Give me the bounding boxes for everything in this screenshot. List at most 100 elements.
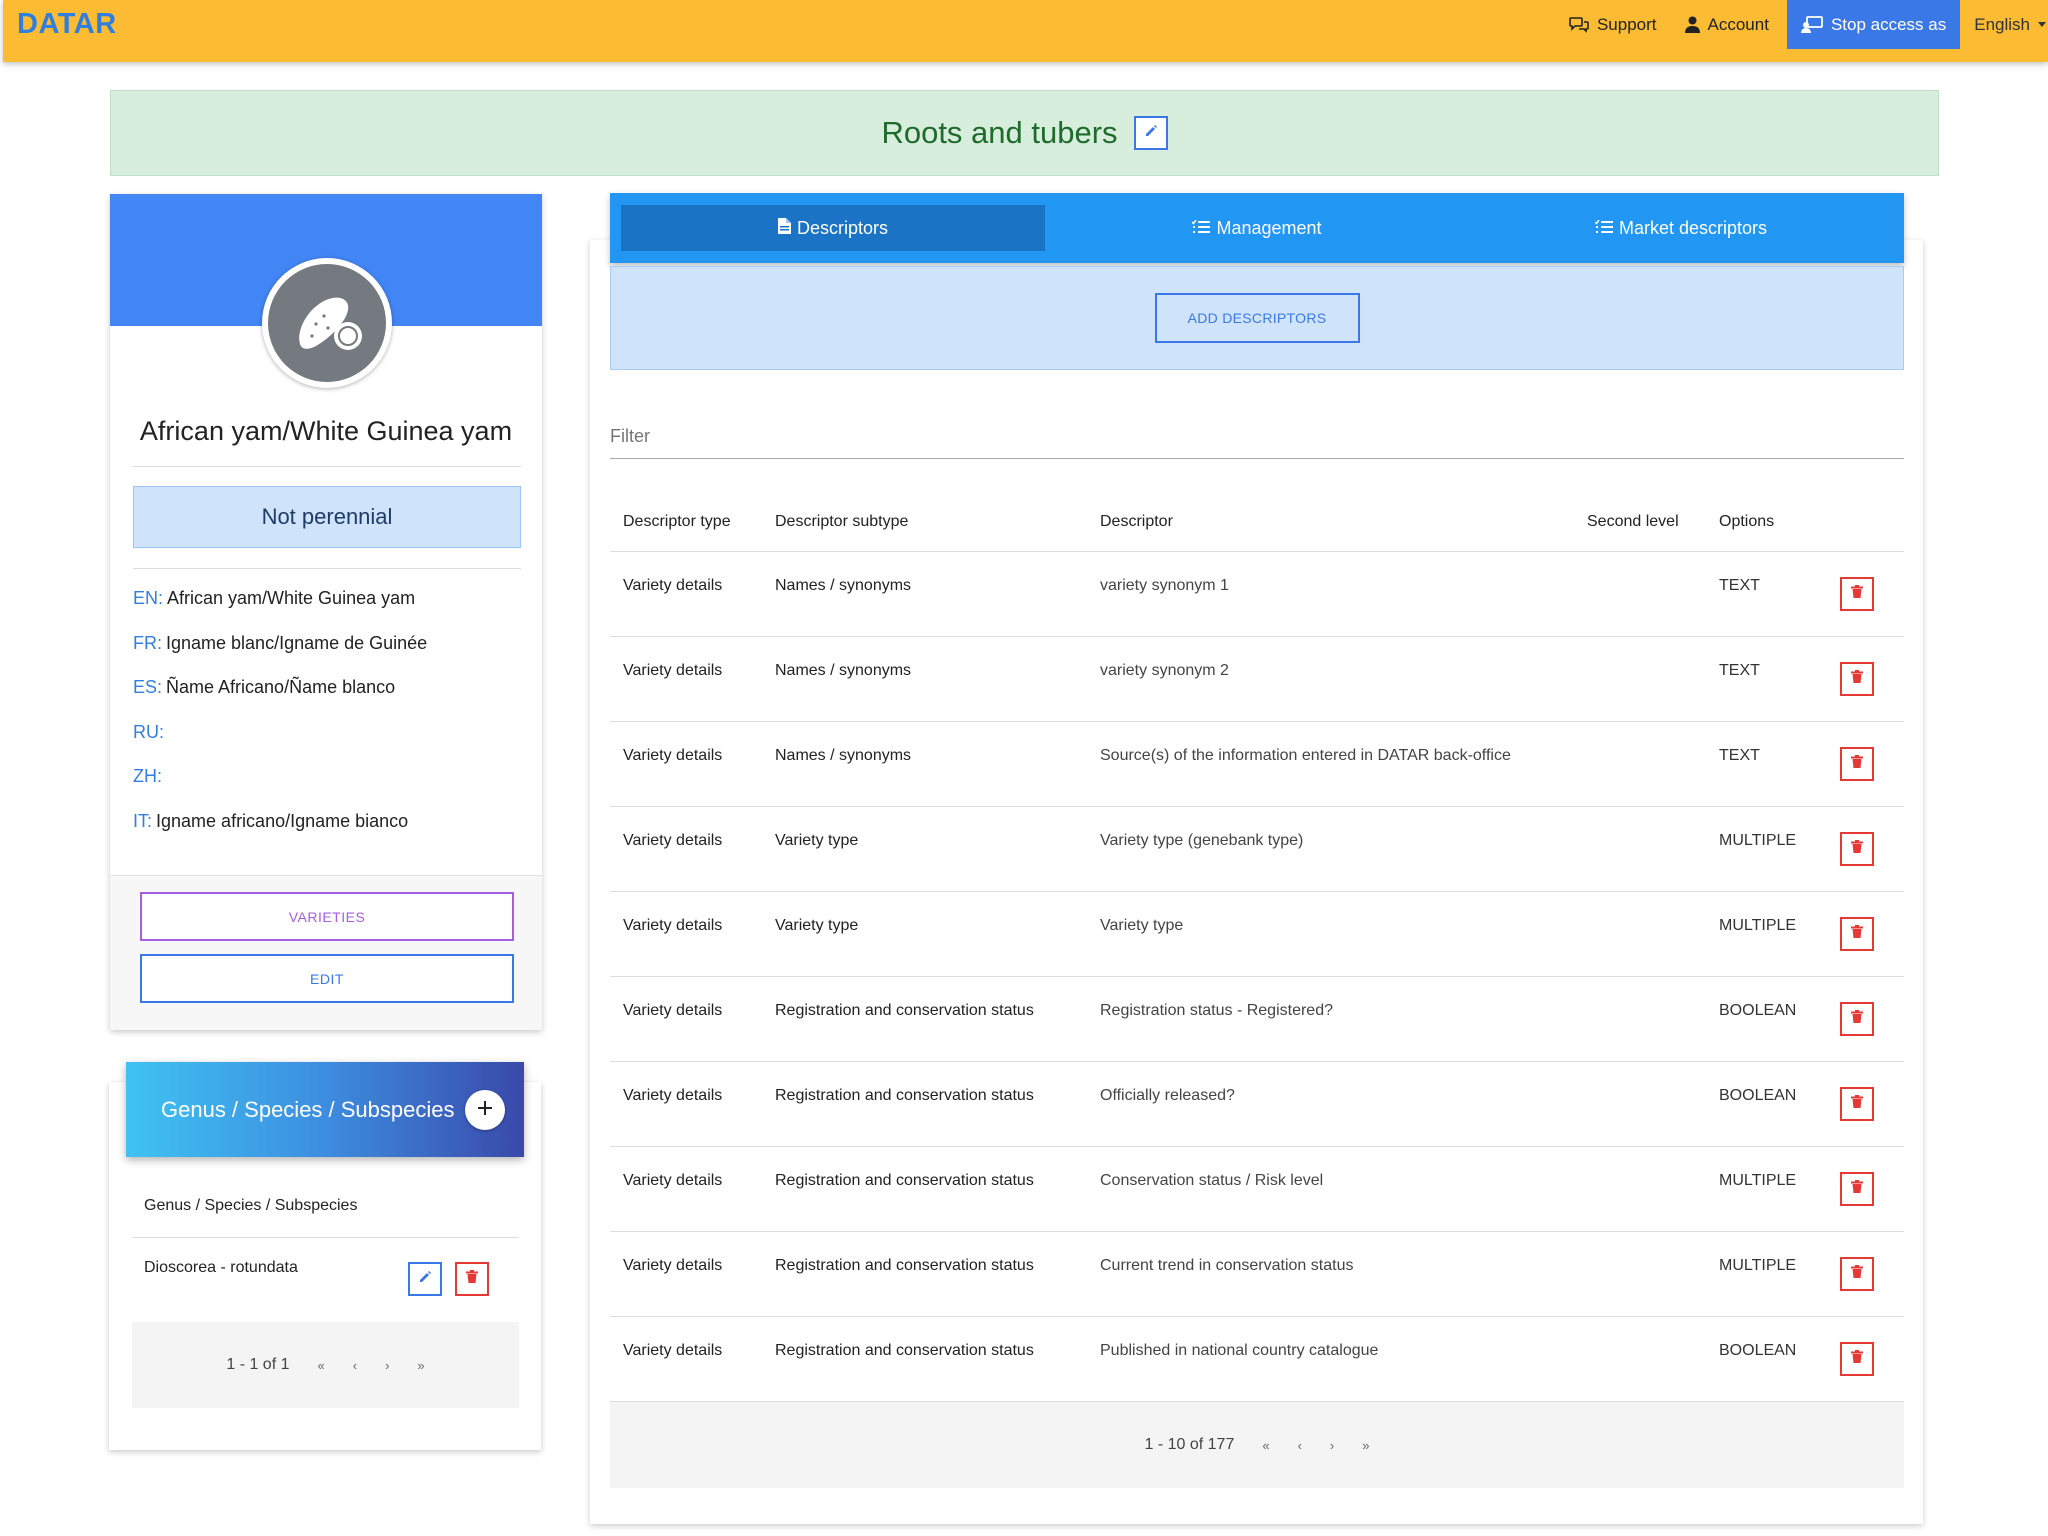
first-page-button[interactable]: « — [1262, 1438, 1269, 1453]
pagination-range: 1 - 1 of 1 — [226, 1356, 290, 1373]
cell-options: BOOLEAN — [1719, 1002, 1797, 1019]
column-header-descriptor[interactable]: Descriptor — [1100, 513, 1173, 531]
cell-descriptor: variety synonym 2 — [1100, 662, 1229, 679]
last-page-button[interactable]: » — [1362, 1438, 1369, 1453]
trash-icon — [466, 1270, 478, 1288]
lang-code: FR: — [133, 632, 162, 653]
edit-crop-button[interactable]: EDIT — [140, 954, 514, 1003]
genus-card-header: Genus / Species / Subspecies — [126, 1062, 524, 1157]
cell-options: BOOLEAN — [1719, 1342, 1797, 1359]
cell-descriptor: Registration status - Registered? — [1100, 1002, 1333, 1019]
pencil-icon — [1144, 124, 1158, 143]
cell-descriptor: Current trend in conservation status — [1100, 1257, 1354, 1274]
delete-descriptor-button[interactable] — [1840, 1087, 1874, 1121]
cell-subtype: Registration and conservation status — [775, 1257, 1034, 1274]
tab-descriptors[interactable]: Descriptors — [621, 205, 1045, 251]
last-page-button[interactable]: » — [417, 1358, 424, 1373]
cell-descriptor: Source(s) of the information entered in … — [1100, 747, 1511, 764]
column-header-type[interactable]: Descriptor type — [623, 513, 731, 531]
cell-type: Variety details — [623, 1087, 723, 1104]
trash-icon — [1851, 585, 1863, 603]
table-row: Variety details Registration and conserva… — [610, 1317, 1904, 1402]
trash-icon — [1851, 670, 1863, 688]
tab-descriptors-label: Descriptors — [796, 217, 889, 238]
next-page-button[interactable]: › — [1330, 1438, 1334, 1453]
list-icon — [1191, 218, 1211, 239]
table-body: Variety details Names / synonyms variety s… — [610, 552, 1904, 1402]
lang-name: Ñame Africano/Ñame blanco — [166, 677, 396, 697]
first-page-button[interactable]: « — [318, 1358, 325, 1373]
add-descriptors-button[interactable]: ADD DESCRIPTORS — [1154, 293, 1360, 343]
edit-genus-button[interactable] — [408, 1262, 442, 1296]
delete-descriptor-button[interactable] — [1840, 577, 1874, 611]
delete-descriptor-button[interactable] — [1840, 662, 1874, 696]
add-genus-button[interactable] — [465, 1090, 505, 1130]
edit-category-button[interactable] — [1133, 116, 1168, 150]
cell-options: MULTIPLE — [1719, 917, 1797, 934]
chat-bubbles-icon — [1569, 16, 1589, 33]
next-page-button[interactable]: › — [385, 1358, 389, 1373]
descriptors-table: Descriptor type Descriptor subtype Descr… — [610, 480, 1904, 1402]
delete-descriptor-button[interactable] — [1840, 747, 1874, 781]
lang-code: EN: — [133, 588, 164, 608]
trash-icon — [1851, 1350, 1863, 1368]
cell-descriptor: Conservation status / Risk level — [1100, 1172, 1324, 1189]
column-header-options[interactable]: Options — [1719, 513, 1774, 531]
table-row: Variety details Names / synonyms Source(s)… — [610, 722, 1904, 807]
prev-page-button[interactable]: ‹ — [353, 1358, 357, 1373]
perennial-badge: Not perennial — [133, 486, 521, 548]
lang-name: African yam/White Guinea yam — [167, 588, 416, 608]
delete-descriptor-button[interactable] — [1840, 1002, 1874, 1036]
language-dropdown[interactable]: English — [1960, 0, 2048, 49]
stop-access-button[interactable]: Stop access as — [1786, 0, 1961, 49]
cell-descriptor: Published in national country catalogue — [1100, 1342, 1379, 1359]
delete-descriptor-button[interactable] — [1840, 1257, 1874, 1291]
brand-logo[interactable]: DATAR — [17, 8, 117, 41]
lang-code: RU: — [133, 721, 164, 742]
translated-names-list: EN: African yam/White Guinea yam FR: Ignam… — [133, 588, 427, 855]
account-link[interactable]: Account — [1671, 0, 1783, 49]
descriptor-tabs: Descriptors Management Market descriptor… — [610, 193, 1904, 263]
column-header-second-level[interactable]: Second level — [1587, 513, 1679, 531]
file-icon — [777, 217, 791, 239]
column-header-subtype[interactable]: Descriptor subtype — [775, 513, 908, 531]
genus-card-title: Genus / Species / Subspecies — [161, 1096, 455, 1122]
support-link[interactable]: Support — [1555, 0, 1671, 49]
delete-descriptor-button[interactable] — [1840, 917, 1874, 951]
cell-subtype: Variety type — [775, 832, 859, 849]
support-label: Support — [1596, 14, 1657, 34]
delete-descriptor-button[interactable] — [1840, 1172, 1874, 1206]
cell-descriptor: Variety type (genebank type) — [1100, 832, 1304, 849]
genus-card: Genus / Species / Subspecies Genus / Spe… — [109, 1062, 541, 1450]
varieties-button[interactable]: VARIETIES — [140, 892, 514, 941]
table-row: Variety details Variety type Variety type … — [610, 807, 1904, 892]
tab-management[interactable]: Management — [1045, 205, 1469, 251]
tab-market-descriptors[interactable]: Market descriptors — [1469, 205, 1893, 251]
delete-descriptor-button[interactable] — [1840, 1342, 1874, 1376]
table-row: Variety details Registration and conserva… — [610, 977, 1904, 1062]
category-title: Roots and tubers — [881, 115, 1118, 150]
filter-input[interactable] — [610, 426, 1904, 447]
filter-field[interactable] — [610, 426, 1904, 459]
delete-genus-button[interactable] — [455, 1262, 489, 1296]
top-navbar: DATAR Support Account Stop access as Eng… — [3, 0, 2048, 62]
cell-type: Variety details — [623, 1342, 723, 1359]
stop-access-label: Stop access as — [1830, 14, 1947, 34]
cell-options: TEXT — [1719, 662, 1760, 679]
top-nav-menu: Support Account Stop access as English — [1555, 0, 2048, 49]
cell-subtype: Registration and conservation status — [775, 1342, 1034, 1359]
cell-options: MULTIPLE — [1719, 1172, 1797, 1189]
cell-type: Variety details — [623, 1257, 723, 1274]
yam-icon — [268, 264, 386, 382]
prev-page-button[interactable]: ‹ — [1298, 1438, 1302, 1453]
cell-descriptor: Officially released? — [1100, 1087, 1235, 1104]
cell-subtype: Registration and conservation status — [775, 1002, 1034, 1019]
caret-down-icon — [2038, 21, 2046, 28]
cell-options: TEXT — [1719, 747, 1760, 764]
lang-code: ES: — [133, 677, 163, 697]
delete-descriptor-button[interactable] — [1840, 832, 1874, 866]
name-row-es: ES: Ñame Africano/Ñame blanco — [133, 677, 427, 722]
trash-icon — [1851, 1010, 1863, 1028]
genus-value: Dioscorea - rotundata — [144, 1259, 298, 1276]
divider — [133, 568, 521, 569]
